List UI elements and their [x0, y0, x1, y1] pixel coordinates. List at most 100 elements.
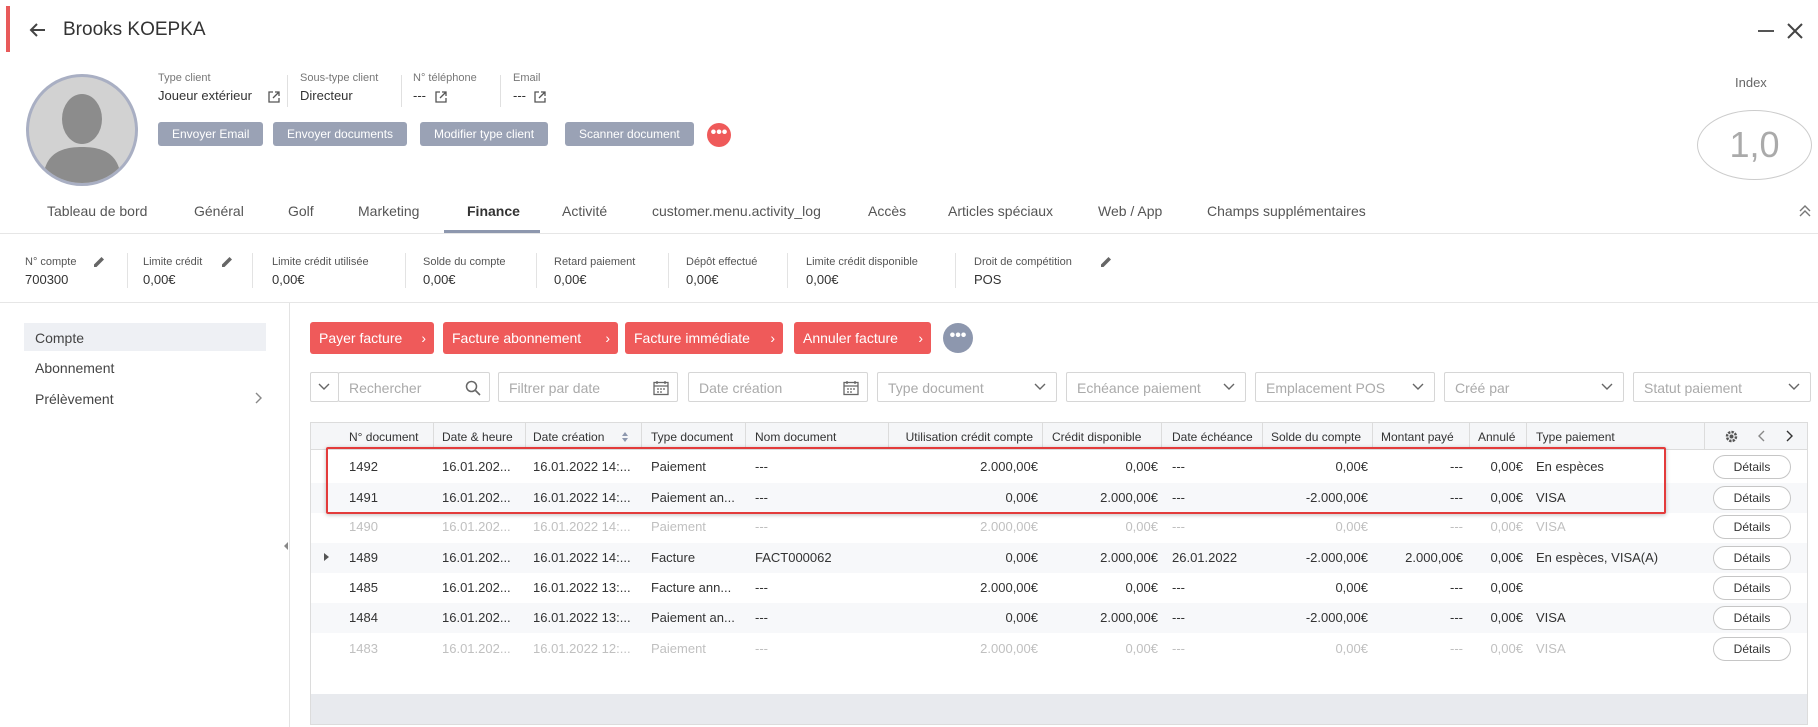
sous-type-label: Sous-type client — [300, 72, 379, 84]
left-nav-compte[interactable]: Compte — [35, 330, 84, 346]
table-cell-due: --- — [1172, 641, 1185, 656]
tab-marketing[interactable]: Marketing — [358, 203, 419, 219]
column-header[interactable]: Annulé — [1478, 430, 1515, 444]
external-link-icon[interactable] — [435, 91, 447, 103]
tab-finance[interactable]: Finance — [467, 203, 520, 219]
edit-pencil-icon[interactable] — [1100, 256, 1112, 268]
payer-facture-button[interactable]: Payer facture › — [310, 322, 434, 354]
tab-golf[interactable]: Golf — [288, 203, 314, 219]
more-actions-button[interactable]: ••• — [707, 123, 731, 147]
table-cell-credit-avail: 0,00€ — [1125, 580, 1158, 595]
summary-label: Retard paiement — [554, 256, 636, 268]
table-row[interactable]: 1483 16.01.202... 16.01.2022 12:... Paiemen… — [311, 634, 1807, 664]
column-header[interactable]: Type paiement — [1536, 430, 1615, 444]
type-document-placeholder: Type document — [888, 380, 984, 396]
expand-row-icon[interactable] — [324, 553, 329, 561]
table-row[interactable]: 1489 16.01.202... 16.01.2022 14:... Facture… — [311, 543, 1807, 573]
details-button[interactable]: Détails — [1713, 455, 1791, 479]
edit-pencil-icon[interactable] — [93, 256, 105, 268]
chevron-right-icon[interactable] — [1784, 429, 1794, 443]
column-header[interactable]: Type document — [651, 430, 733, 444]
summary-value: POS — [974, 272, 1002, 287]
details-button[interactable]: Détails — [1713, 515, 1791, 539]
table-cell-credit-avail: 0,00€ — [1125, 641, 1158, 656]
tab-tableau-de-bord[interactable]: Tableau de bord — [47, 203, 147, 219]
table-cell-type: Facture ann... — [651, 580, 732, 595]
column-header[interactable]: Date échéance — [1172, 430, 1253, 444]
table-row[interactable]: 1490 16.01.202... 16.01.2022 14:... Paiemen… — [311, 512, 1807, 542]
column-header[interactable]: Crédit disponible — [1052, 430, 1141, 444]
chevron-down-icon — [1034, 383, 1046, 390]
table-cell-created: 16.01.2022 14:... — [533, 550, 631, 565]
scanner-document-button[interactable]: Scanner document — [565, 122, 694, 146]
collapse-panel-icon[interactable] — [284, 542, 288, 550]
external-link-icon[interactable] — [268, 91, 280, 103]
summary-value: 0,00€ — [423, 272, 456, 287]
tab-champs-supplementaires[interactable]: Champs supplémentaires — [1207, 203, 1366, 219]
column-header[interactable]: Montant payé — [1381, 430, 1454, 444]
highlight-annotation — [326, 447, 1666, 514]
chevron-left-icon[interactable] — [1757, 429, 1767, 443]
index-value: 1,0 — [1697, 110, 1812, 180]
column-header[interactable]: Solde du compte — [1271, 430, 1361, 444]
cree-par-select[interactable]: Créé par — [1444, 372, 1624, 402]
details-button[interactable]: Détails — [1713, 637, 1791, 661]
type-client-value: Joueur extérieur — [158, 88, 252, 103]
settings-gear-icon[interactable] — [1723, 428, 1740, 445]
external-link-icon[interactable] — [534, 91, 546, 103]
left-nav-abonnement[interactable]: Abonnement — [35, 360, 114, 376]
details-button[interactable]: Détails — [1713, 576, 1791, 600]
column-header[interactable]: N° document — [349, 430, 419, 444]
details-button[interactable]: Détails — [1713, 546, 1791, 570]
table-cell-credit-used: 2.000,00€ — [980, 580, 1038, 595]
statut-paiement-select[interactable]: Statut paiement — [1633, 372, 1811, 402]
type-document-select[interactable]: Type document — [877, 372, 1057, 402]
divider — [127, 253, 128, 288]
tab-articles-speciaux[interactable]: Articles spéciaux — [948, 203, 1053, 219]
table-cell-balance: 0,00€ — [1335, 580, 1368, 595]
payer-facture-label: Payer facture — [319, 330, 403, 346]
table-cell-balance: 0,00€ — [1335, 519, 1368, 534]
close-icon[interactable] — [1786, 22, 1804, 40]
table-cell-created: 16.01.2022 13:... — [533, 610, 631, 625]
left-nav-prelevement[interactable]: Prélèvement — [35, 391, 114, 407]
column-header[interactable]: Date & heure — [442, 430, 513, 444]
collapse-up-icon[interactable] — [1797, 203, 1813, 219]
details-button[interactable]: Détails — [1713, 606, 1791, 630]
date-filter-input[interactable]: Filtrer par date — [498, 372, 678, 402]
column-divider — [433, 423, 434, 450]
column-header[interactable]: Utilisation crédit compte — [898, 430, 1033, 444]
facture-abonnement-button[interactable]: Facture abonnement › — [443, 322, 618, 354]
tab-acces[interactable]: Accès — [868, 203, 906, 219]
column-header[interactable]: Nom document — [755, 430, 836, 444]
facture-immediate-button[interactable]: Facture immédiate › — [625, 322, 783, 354]
more-finance-actions-button[interactable]: ••• — [943, 323, 973, 353]
table-cell-created: 16.01.2022 14:... — [533, 519, 631, 534]
tab-web-app[interactable]: Web / App — [1098, 203, 1162, 219]
tab-general[interactable]: Général — [194, 203, 244, 219]
column-divider — [1704, 423, 1705, 450]
back-arrow-icon[interactable] — [28, 20, 48, 40]
tab-activite[interactable]: Activité — [562, 203, 607, 219]
table-row[interactable]: 1485 16.01.202... 16.01.2022 13:... Facture… — [311, 573, 1807, 603]
edit-pencil-icon[interactable] — [221, 256, 233, 268]
table-cell-date: 16.01.202... — [442, 610, 511, 625]
annuler-facture-button[interactable]: Annuler facture › — [794, 322, 931, 354]
date-creation-input[interactable]: Date création — [688, 372, 868, 402]
filter-toggle-dropdown[interactable] — [310, 372, 339, 402]
table-row[interactable]: 1484 16.01.202... 16.01.2022 13:... Paiemen… — [311, 603, 1807, 633]
sort-icon[interactable] — [621, 431, 629, 443]
table-cell-paid: 2.000,00€ — [1405, 550, 1463, 565]
envoyer-documents-button[interactable]: Envoyer documents — [273, 122, 408, 146]
column-header[interactable]: Date création — [533, 430, 604, 444]
search-input[interactable]: Rechercher — [338, 372, 490, 402]
table-cell-type: Paiement — [651, 641, 706, 656]
minimize-icon[interactable] — [1758, 30, 1774, 32]
tab-activity-log[interactable]: customer.menu.activity_log — [652, 203, 821, 219]
emplacement-select[interactable]: Emplacement POS — [1255, 372, 1435, 402]
chevron-right-icon[interactable] — [253, 392, 263, 404]
envoyer-email-button[interactable]: Envoyer Email — [158, 122, 264, 146]
modifier-type-client-button[interactable]: Modifier type client — [420, 122, 549, 146]
echeance-select[interactable]: Echéance paiement — [1066, 372, 1246, 402]
details-button[interactable]: Détails — [1713, 486, 1791, 510]
